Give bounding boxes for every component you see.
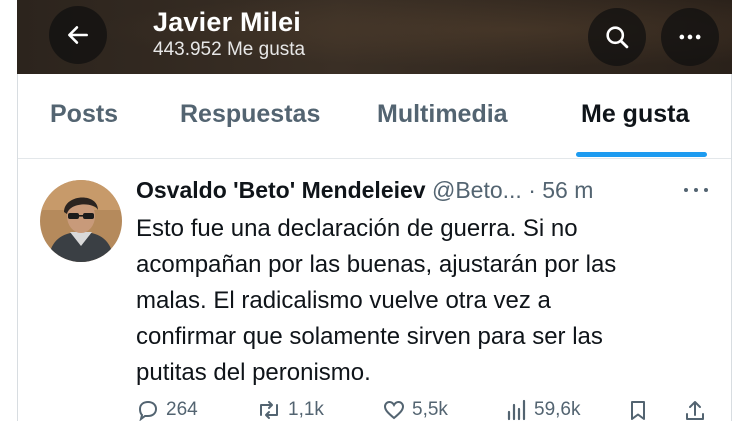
tweet-header: Osvaldo 'Beto' Mendeleiev @Beto... · 56 … <box>136 175 726 205</box>
reply-button[interactable]: 264 <box>136 399 198 421</box>
tab-posts[interactable]: Posts <box>50 100 118 129</box>
tweet-time[interactable]: 56 m <box>542 177 593 203</box>
repost-button[interactable]: 1,1k <box>256 399 324 421</box>
views-count: 59,6k <box>534 399 581 420</box>
tweet-author-name[interactable]: Osvaldo 'Beto' Mendeleiev <box>136 177 426 203</box>
tab-multimedia[interactable]: Multimedia <box>377 100 508 129</box>
avatar[interactable] <box>40 180 122 262</box>
tweet-text-line: putitas del peronismo. <box>136 359 371 386</box>
search-button[interactable] <box>588 8 646 66</box>
tweet-text-line: acompañan por las buenas, ajustarán por … <box>136 251 617 278</box>
tweet-text-line: Esto fue una declaración de guerra. Si n… <box>136 215 578 242</box>
more-button[interactable] <box>661 8 719 66</box>
tweet-author-handle[interactable]: @Beto... <box>432 177 522 203</box>
profile-name: Javier Milei <box>153 7 301 37</box>
views-icon <box>507 399 526 421</box>
share-icon <box>686 401 704 420</box>
tweet-separator: · <box>528 177 536 203</box>
back-button[interactable] <box>49 6 107 64</box>
heart-icon <box>383 400 405 420</box>
tweet-more-button[interactable] <box>679 181 713 199</box>
share-button[interactable] <box>683 399 707 421</box>
tab-me-gusta[interactable]: Me gusta <box>581 100 689 129</box>
search-icon <box>606 26 629 49</box>
bookmark-icon <box>631 401 645 420</box>
tab-respuestas[interactable]: Respuestas <box>180 100 320 129</box>
profile-title-block: Javier Milei 443.952 Me gusta <box>153 6 305 62</box>
back-arrow-icon <box>68 26 88 44</box>
like-button[interactable]: 5,5k <box>382 399 448 421</box>
like-count: 5,5k <box>412 399 448 420</box>
bookmark-button[interactable] <box>627 399 649 421</box>
tweet-text: Esto fue una declaración de guerra. Si n… <box>136 211 726 391</box>
more-icon <box>679 34 701 40</box>
tweet-actions: 264 1,1k 5,5k 59,6k <box>136 399 726 421</box>
repost-icon <box>260 401 278 419</box>
reply-count: 264 <box>166 399 198 420</box>
active-tab-indicator <box>576 152 707 157</box>
tweet-text-line: malas. El radicalismo vuelve otra vez a <box>136 287 551 314</box>
avatar-image <box>40 180 122 262</box>
repost-count: 1,1k <box>288 399 324 420</box>
profile-tabs: Posts Respuestas Multimedia Me gusta <box>18 74 731 159</box>
likes-count: 443.952 Me gusta <box>153 39 306 60</box>
tweet-text-line: confirmar que solamente sirven para ser … <box>136 323 603 350</box>
more-icon <box>684 188 708 192</box>
profile-header: Javier Milei 443.952 Me gusta <box>17 0 732 74</box>
reply-icon <box>138 400 158 421</box>
views-button[interactable]: 59,6k <box>504 399 580 421</box>
